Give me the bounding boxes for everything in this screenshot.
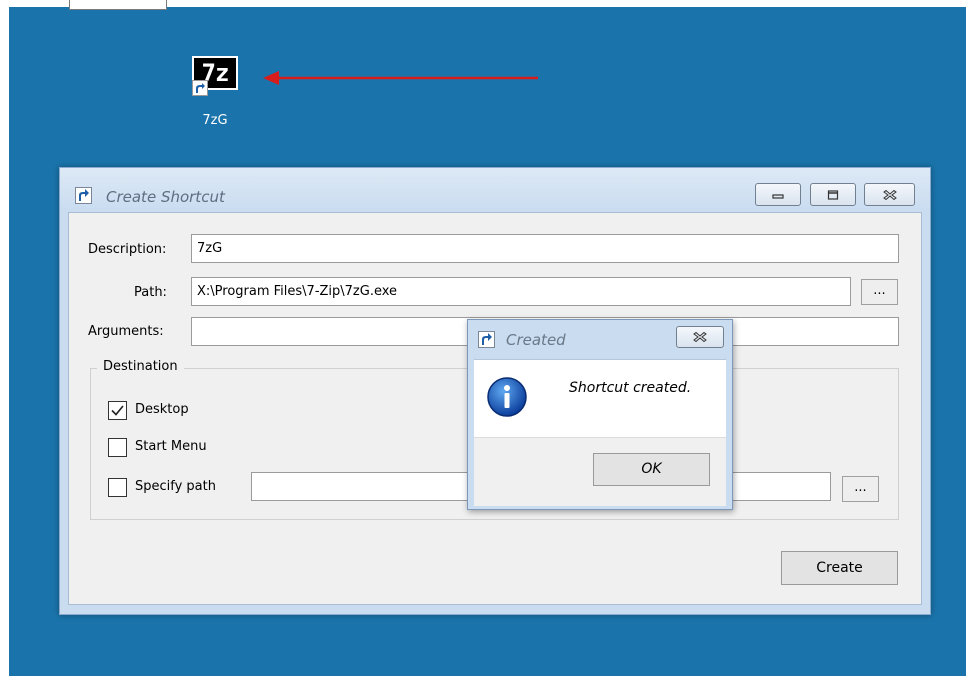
minimize-button[interactable] (755, 183, 801, 206)
destination-title: Destination (97, 359, 184, 374)
desktop-icon-label: 7zG (202, 113, 228, 128)
create-button[interactable]: Create (781, 551, 898, 585)
window-title: Create Shortcut (106, 188, 225, 206)
start-menu-checkbox[interactable] (108, 438, 127, 457)
created-dialog: Created Shortcut created. OK (467, 319, 733, 510)
desktop-checkbox[interactable] (108, 401, 127, 420)
checkmark-icon (111, 405, 124, 416)
ok-button[interactable]: OK (593, 453, 710, 486)
dialog-title: Created (506, 331, 566, 349)
description-input[interactable]: 7zG (191, 234, 899, 263)
dialog-message: Shortcut created. (569, 380, 692, 396)
dialog-close-button[interactable] (676, 326, 724, 348)
annotation-arrow-top (263, 71, 538, 85)
close-button[interactable] (864, 183, 915, 206)
path-label: Path: (134, 285, 167, 300)
maximize-icon (827, 189, 839, 200)
specify-path-checkbox[interactable] (108, 478, 127, 497)
close-icon (882, 189, 897, 200)
path-browse-button[interactable]: ... (861, 279, 898, 305)
shortcut-arrow-icon (192, 80, 208, 96)
path-input[interactable]: X:\Program Files\7-Zip\7zG.exe (191, 277, 851, 306)
arguments-label: Arguments: (88, 324, 164, 339)
start-menu-checkbox-label: Start Menu (135, 439, 207, 454)
maximize-button[interactable] (810, 183, 856, 206)
close-icon (693, 331, 707, 343)
specify-path-browse-button[interactable]: ... (842, 476, 879, 502)
specify-path-checkbox-label: Specify path (135, 479, 216, 494)
desktop-shortcut-7zg[interactable]: 7z 7zG (180, 56, 260, 136)
description-label: Description: (88, 242, 167, 257)
dialog-app-icon (478, 331, 495, 352)
shortcut-app-icon (75, 187, 92, 204)
info-icon (486, 376, 528, 422)
desktop-checkbox-label: Desktop (135, 402, 189, 417)
minimize-icon (772, 193, 784, 199)
top-edge-tab (69, 0, 167, 10)
